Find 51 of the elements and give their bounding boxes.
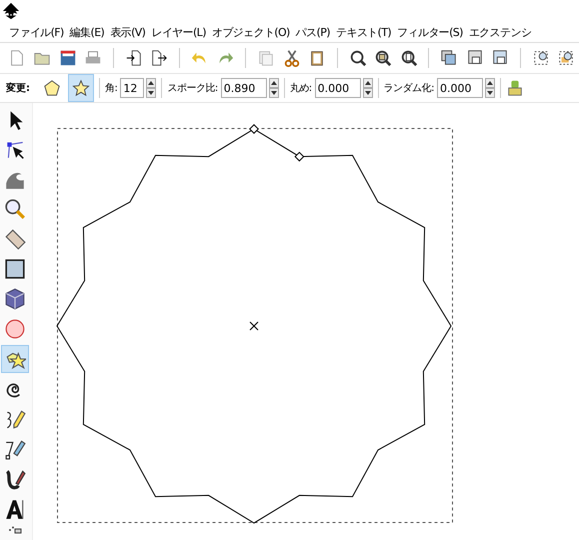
node-handle[interactable] — [294, 152, 304, 162]
calligraphy-icon — [4, 468, 26, 490]
raise-icon — [440, 49, 458, 67]
number-field[interactable]: 0.890 — [220, 78, 267, 98]
bounding-box-icon — [532, 49, 550, 67]
pen-icon — [4, 438, 26, 460]
menu-item[interactable]: 表示(V) — [107, 24, 148, 40]
scissors-icon — [282, 49, 300, 67]
zoom-drawing-icon — [374, 49, 392, 67]
menu-item[interactable]: エクステンシ — [466, 24, 534, 40]
number-field[interactable]: 0.000 — [314, 78, 361, 98]
spin-arrows-icon[interactable] — [146, 78, 156, 98]
zoom-icon — [4, 198, 26, 220]
zoom-page-icon — [400, 49, 418, 67]
menu-item[interactable]: パス(P) — [292, 24, 333, 40]
bounding-box-icon — [557, 49, 576, 67]
field-label: ランダム化: — [384, 82, 434, 95]
menu-item[interactable]: テキスト(T) — [332, 24, 394, 40]
field-label: 丸め: — [290, 82, 312, 95]
star-icon — [72, 79, 90, 97]
spin-arrows-icon[interactable] — [268, 78, 279, 98]
menu-item[interactable]: レイヤー(L) — [148, 24, 209, 40]
save-icon — [58, 49, 77, 67]
star-toggle[interactable] — [68, 74, 94, 102]
export-icon — [150, 49, 168, 67]
number-field[interactable]: 12 — [120, 78, 144, 98]
center-cross-icon — [250, 322, 258, 330]
import-icon — [124, 49, 143, 67]
stamp-icon — [506, 79, 524, 97]
circle-icon — [4, 318, 26, 340]
field-label: 角: — [105, 82, 118, 95]
rectangle-icon — [4, 258, 26, 280]
menu-item[interactable]: オブジェクト(O) — [208, 24, 293, 40]
ruler-icon — [4, 228, 26, 250]
text-tool-icon — [4, 498, 26, 520]
field-label: スポーク比: — [167, 82, 218, 95]
pencil-icon — [4, 408, 26, 430]
number-field[interactable]: 0.000 — [437, 78, 483, 98]
app-logo-icon — [2, 2, 20, 20]
node-handle[interactable] — [249, 124, 259, 134]
star-tool[interactable] — [1, 345, 29, 373]
menu-item[interactable]: 編集(E) — [66, 24, 108, 40]
cube-icon — [4, 288, 26, 310]
duplicate-icon — [256, 49, 275, 67]
zoom-selection-icon — [348, 49, 367, 67]
tool-label: 変更: — [6, 81, 30, 95]
spin-arrows-icon[interactable] — [362, 78, 373, 98]
spin-arrows-icon[interactable] — [485, 78, 495, 98]
menu-item[interactable]: フィルター(S) — [394, 24, 466, 40]
menu-item[interactable]: ファイル(F) — [6, 24, 67, 40]
pentagon-icon — [43, 79, 61, 97]
